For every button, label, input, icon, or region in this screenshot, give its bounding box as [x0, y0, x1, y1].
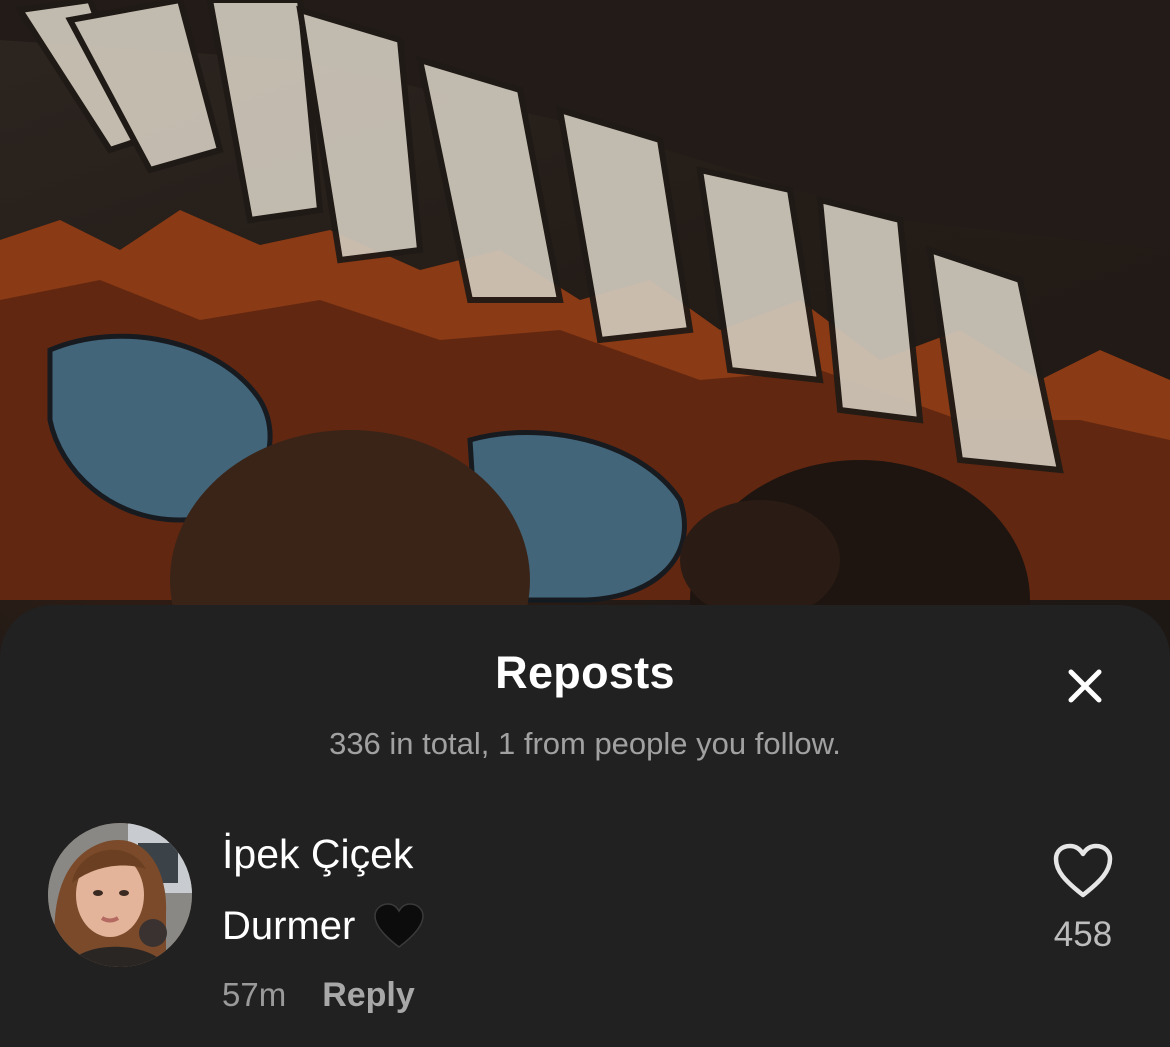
avatar[interactable] — [48, 823, 192, 967]
black-heart-emoji — [374, 903, 425, 948]
like-count: 458 — [1053, 915, 1113, 954]
comment-body: Durmer — [222, 903, 425, 949]
reposts-sheet: Reposts 336 in total, 1 from people you … — [0, 605, 1170, 1047]
comment-meta: 57m Reply — [222, 976, 415, 1015]
comment-timestamp: 57m — [222, 976, 287, 1013]
reposts-summary: 336 in total, 1 from people you follow. — [329, 726, 841, 761]
comment-item: İpek Çiçek Durmer 57m Reply 458 — [0, 823, 1170, 1023]
comment-username[interactable]: İpek Çiçek — [222, 831, 413, 878]
reply-button[interactable]: Reply — [322, 976, 415, 1015]
close-button[interactable] — [1054, 655, 1116, 717]
close-icon — [1068, 669, 1102, 703]
like-button[interactable] — [1052, 843, 1114, 899]
heart-outline-icon — [1053, 843, 1113, 898]
background-photo — [0, 0, 1170, 700]
comment-text: Durmer — [222, 903, 356, 948]
sheet-title: Reposts — [495, 647, 675, 698]
